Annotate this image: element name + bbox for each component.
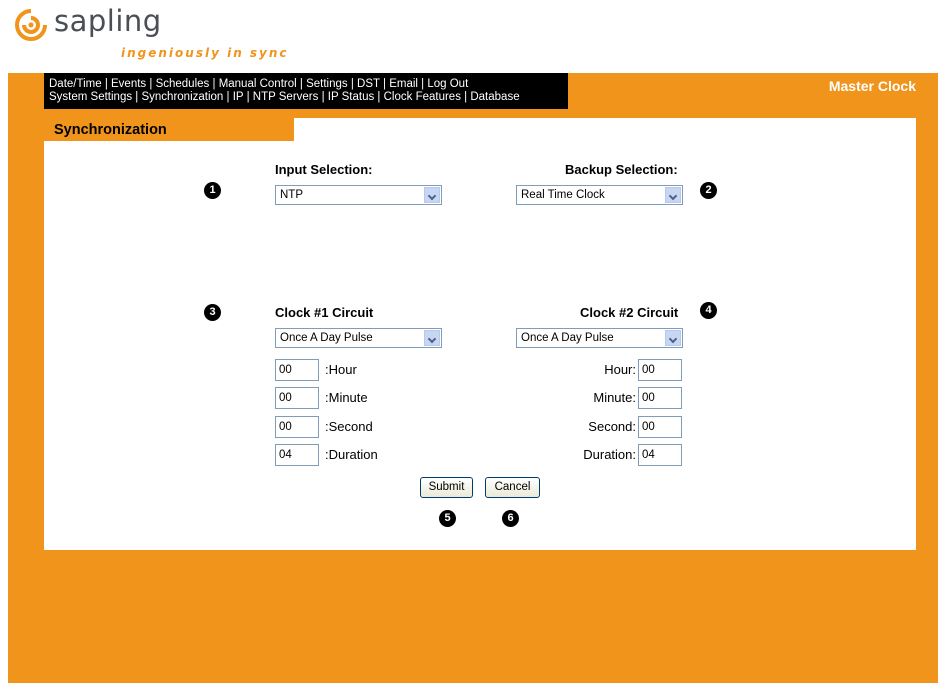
clock1-hour-input[interactable]: 00 — [275, 359, 319, 381]
nav-link-ntp-servers[interactable]: NTP Servers — [253, 91, 319, 103]
clock1-second-label: :Second — [325, 419, 373, 434]
nav-link-schedules[interactable]: Schedules — [156, 78, 210, 90]
nav-link-manual-control[interactable]: Manual Control — [219, 78, 297, 90]
chevron-down-icon — [424, 330, 440, 346]
clock1-mode-value: Once A Day Pulse — [280, 332, 373, 344]
marker-6: 6 — [502, 510, 519, 527]
nav-separator: | — [417, 78, 428, 90]
clock1-duration-label: :Duration — [325, 447, 378, 462]
nav-row-2: System Settings | Synchronization | IP |… — [49, 91, 568, 104]
clock1-duration-input[interactable]: 04 — [275, 444, 319, 466]
sapling-logo: sapling ingeniously in sync — [14, 4, 314, 66]
clock2-hour-input[interactable]: 00 — [638, 359, 682, 381]
nav-separator: | — [209, 78, 219, 90]
nav-link-logout[interactable]: Log Out — [427, 78, 468, 90]
sapling-swirl-icon — [15, 9, 47, 41]
clock2-minute-input[interactable]: 00 — [638, 387, 682, 409]
brand-name: sapling — [54, 4, 162, 38]
nav-separator: | — [223, 91, 233, 103]
clock2-mode-value: Once A Day Pulse — [521, 332, 614, 344]
nav-link-clock-features[interactable]: Clock Features — [384, 91, 461, 103]
nav-separator: | — [101, 78, 112, 90]
marker-4: 4 — [700, 302, 717, 319]
clock2-circuit-label: Clock #2 Circuit — [580, 305, 679, 320]
marker-3: 3 — [204, 304, 221, 321]
clock1-circuit-label: Clock #1 Circuit — [275, 305, 374, 320]
clock1-hour-label: :Hour — [325, 362, 357, 377]
clock2-hour-label: Hour: — [604, 362, 636, 377]
nav-link-events[interactable]: Events — [111, 78, 146, 90]
chevron-down-icon — [665, 187, 681, 203]
clock1-minute-input[interactable]: 00 — [275, 387, 319, 409]
nav-link-dst[interactable]: DST — [357, 78, 380, 90]
nav-separator: | — [296, 78, 307, 90]
nav-separator: | — [379, 78, 390, 90]
nav-link-ip[interactable]: IP — [233, 91, 244, 103]
nav-link-settings[interactable]: Settings — [306, 78, 348, 90]
submit-button[interactable]: Submit — [420, 477, 473, 498]
backup-selection-value: Real Time Clock — [521, 189, 605, 201]
clock1-minute-label: :Minute — [325, 390, 368, 405]
input-selection-label: Input Selection: — [275, 162, 373, 177]
chevron-down-icon — [665, 330, 681, 346]
nav-bar: Date/Time | Events | Schedules | Manual … — [44, 73, 568, 109]
input-selection-value: NTP — [280, 189, 303, 201]
nav-separator: | — [318, 91, 328, 103]
nav-separator: | — [460, 91, 471, 103]
nav-separator: | — [347, 78, 358, 90]
clock2-duration-label: Duration: — [583, 447, 636, 462]
cancel-button[interactable]: Cancel — [485, 477, 540, 498]
clock2-mode-select[interactable]: Once A Day Pulse — [516, 328, 683, 348]
nav-row-1: Date/Time | Events | Schedules | Manual … — [49, 78, 568, 91]
master-clock-label: Master Clock — [828, 78, 916, 94]
input-selection-select[interactable]: NTP — [275, 185, 442, 205]
clock1-mode-select[interactable]: Once A Day Pulse — [275, 328, 442, 348]
nav-link-database[interactable]: Database — [470, 91, 519, 103]
clock2-second-label: Second: — [588, 419, 636, 434]
clock2-second-input[interactable]: 00 — [638, 416, 682, 438]
content-panel — [44, 118, 916, 550]
clock1-second-input[interactable]: 00 — [275, 416, 319, 438]
page-title: Synchronization — [44, 118, 294, 141]
brand-tagline: ingeniously in sync — [121, 46, 289, 60]
nav-link-email[interactable]: Email — [389, 78, 418, 90]
nav-separator: | — [374, 91, 384, 103]
marker-5: 5 — [439, 510, 456, 527]
clock2-minute-label: Minute: — [593, 390, 636, 405]
nav-link-ip-status[interactable]: IP Status — [328, 91, 374, 103]
nav-separator: | — [243, 91, 253, 103]
nav-link-datetime[interactable]: Date/Time — [49, 78, 102, 90]
marker-1: 1 — [204, 182, 221, 199]
chevron-down-icon — [424, 187, 440, 203]
backup-selection-select[interactable]: Real Time Clock — [516, 185, 683, 205]
clock2-duration-input[interactable]: 04 — [638, 444, 682, 466]
nav-separator: | — [146, 78, 156, 90]
backup-selection-label: Backup Selection: — [565, 162, 678, 177]
nav-link-synchronization[interactable]: Synchronization — [141, 91, 223, 103]
nav-link-system-settings[interactable]: System Settings — [49, 91, 132, 103]
marker-2: 2 — [700, 182, 717, 199]
